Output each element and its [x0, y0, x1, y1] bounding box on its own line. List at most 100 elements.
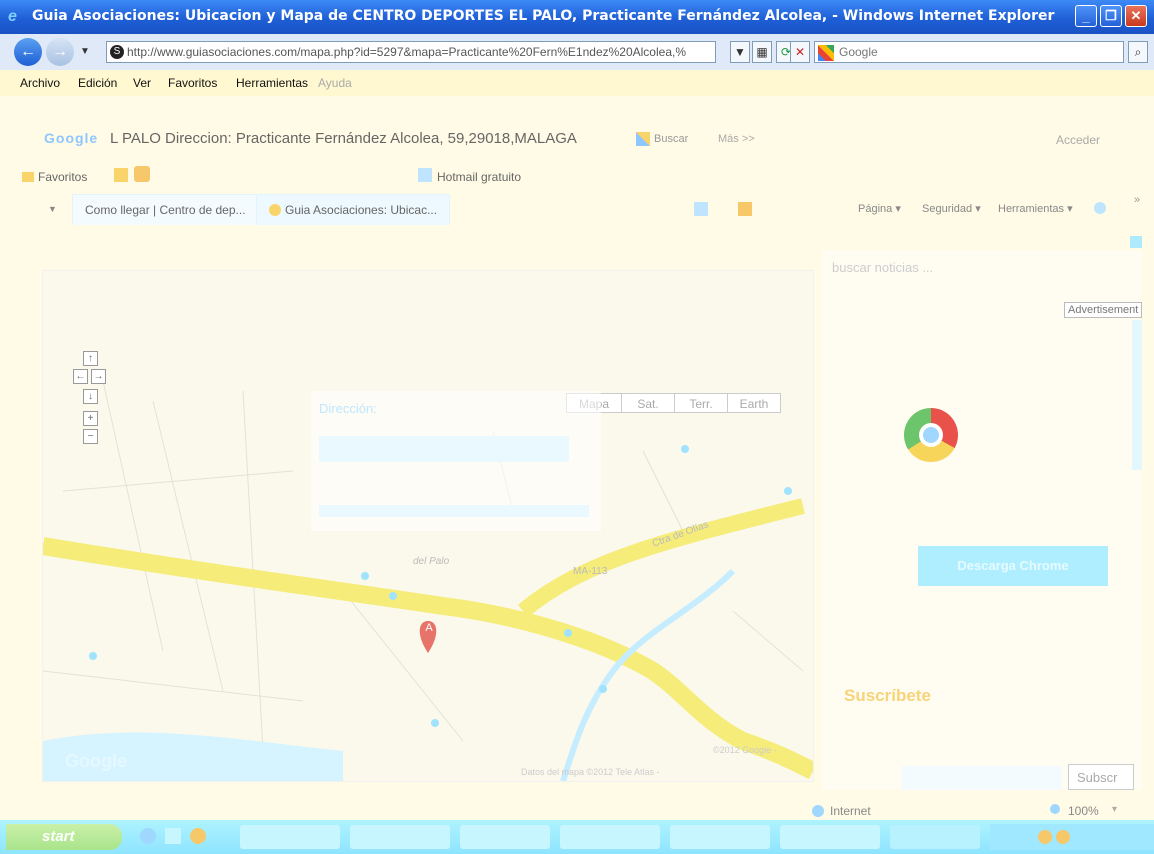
taskbar-item[interactable]	[670, 825, 770, 849]
zoom-level[interactable]: 100%	[1068, 804, 1099, 818]
page-menu[interactable]: Página ▾	[858, 202, 901, 215]
info-window: Dirección:	[311, 391, 601, 531]
chevron-more-icon[interactable]: »	[1134, 194, 1140, 206]
address-url: http://www.guiasociaciones.com/mapa.php?…	[127, 45, 687, 59]
add-favorites-icon[interactable]	[114, 168, 128, 182]
taskbar-item-active[interactable]	[890, 825, 980, 849]
internet-zone-icon	[812, 805, 824, 817]
status-bar: Internet 100% ▾	[0, 790, 1154, 820]
menu-favoritos[interactable]: Favoritos	[168, 76, 217, 90]
navigation-bar: ← → ▼ S http://www.guiasociaciones.com/m…	[0, 34, 1154, 70]
subscribe-button[interactable]: Subscr	[1068, 764, 1134, 790]
menu-herramientas[interactable]: Herramientas	[236, 76, 308, 90]
maptype-terr[interactable]: Terr.	[674, 393, 728, 413]
zoom-out-button[interactable]: −	[83, 429, 98, 444]
right-panel: buscar noticias ... Advertisement Descar…	[822, 250, 1143, 790]
tools-menu[interactable]: Herramientas ▾	[998, 202, 1073, 215]
taskbar: start	[0, 820, 1154, 854]
street-label: del Palo	[413, 556, 450, 567]
title-bar: e Guia Asociaciones: Ubicacion y Mapa de…	[0, 0, 1154, 34]
pan-right-button[interactable]: →	[91, 369, 106, 384]
toolbar-signin-button[interactable]: Acceder	[1056, 133, 1100, 147]
menu-ver[interactable]: Ver	[133, 76, 151, 90]
taskbar-item[interactable]	[460, 825, 550, 849]
maximize-button[interactable]: ❐	[1100, 5, 1122, 27]
toolbar-search-query[interactable]: L PALO Direccion: Practicante Fernández …	[110, 130, 577, 147]
menu-edicion[interactable]: Edición	[78, 76, 117, 90]
window-title: Guia Asociaciones: Ubicacion y Mapa de C…	[32, 8, 1055, 24]
back-button[interactable]: ←	[14, 38, 42, 66]
tab-label: Como llegar | Centro de dep...	[85, 203, 246, 217]
compatibility-view-icon[interactable]: ▦	[752, 41, 772, 63]
history-dropdown-icon[interactable]: ▼	[80, 46, 90, 57]
taskbar-item[interactable]	[240, 825, 340, 849]
security-menu-label: Seguridad	[922, 203, 973, 215]
marker-label[interactable]: A	[423, 622, 435, 634]
desktop-quicklaunch-icon[interactable]	[165, 828, 181, 844]
favorites-star-icon	[22, 172, 34, 182]
scroll-up-arrow-icon[interactable]	[1130, 236, 1142, 248]
menu-ayuda[interactable]: Ayuda	[318, 76, 352, 90]
zoom-in-button[interactable]: +	[83, 411, 98, 426]
forward-button[interactable]: →	[46, 38, 74, 66]
toolbar-search-button[interactable]: Buscar	[654, 133, 688, 145]
tray-icon[interactable]	[1056, 830, 1070, 844]
pan-up-button[interactable]: ↑	[83, 351, 98, 366]
hotmail-icon	[418, 168, 432, 182]
hotmail-link[interactable]: Hotmail gratuito	[437, 170, 521, 184]
street-label: MA-113	[573, 566, 608, 577]
close-button[interactable]: ✕	[1125, 5, 1147, 27]
menu-archivo[interactable]: Archivo	[20, 76, 60, 90]
page-content: A del Palo MA-113 Ctra de Olías ↑ ← → ↓ …	[0, 230, 1154, 790]
taskbar-item[interactable]	[350, 825, 450, 849]
favorites-button[interactable]: Favoritos	[38, 170, 87, 184]
help-icon[interactable]	[1094, 202, 1106, 214]
pan-down-button[interactable]: ↓	[83, 389, 98, 404]
zoom-icon	[1050, 804, 1060, 814]
taskbar-item[interactable]	[780, 825, 880, 849]
ie-quicklaunch-icon[interactable]	[140, 828, 156, 844]
security-zone-label: Internet	[830, 804, 871, 818]
map-copyright: ©2012 Google -	[713, 745, 777, 755]
map-container[interactable]: A del Palo MA-113 Ctra de Olías ↑ ← → ↓ …	[42, 270, 814, 782]
stop-button[interactable]: ✕	[790, 41, 810, 63]
security-menu[interactable]: Seguridad ▾	[922, 202, 981, 215]
subscribe-title: Suscríbete	[844, 686, 931, 705]
tab-guia-asociaciones[interactable]: Guia Asociaciones: Ubicac...	[256, 194, 451, 225]
google-toolbar: Google L PALO Direccion: Practicante Fer…	[0, 96, 1154, 160]
search-button[interactable]: ⌕	[1128, 41, 1148, 63]
search-input[interactable]: Google	[814, 41, 1124, 63]
maptype-earth[interactable]: Earth	[727, 393, 781, 413]
info-window-links[interactable]	[319, 505, 589, 517]
google-map-logo[interactable]: Google	[65, 751, 127, 772]
suggested-sites-icon[interactable]	[134, 166, 150, 182]
page-menu-label: Página	[858, 203, 893, 215]
address-input[interactable]: S http://www.guiasociaciones.com/mapa.ph…	[106, 41, 716, 63]
pan-left-button[interactable]: ←	[73, 369, 88, 384]
zoom-dropdown-icon[interactable]: ▾	[1112, 804, 1117, 815]
subscribe-email-input[interactable]	[902, 766, 1062, 790]
tab-como-llegar[interactable]: Como llegar | Centro de dep...	[72, 194, 259, 225]
ad-scrollbar[interactable]	[1132, 320, 1142, 470]
maptype-sat[interactable]: Sat.	[621, 393, 675, 413]
favorites-bar: Favoritos Hotmail gratuito	[0, 160, 1154, 192]
map-attribution: Datos del mapa ©2012 Tele Atlas -	[521, 767, 660, 777]
tab-label: Guia Asociaciones: Ubicac...	[285, 203, 438, 217]
search-engine-label: Google	[839, 45, 878, 59]
minimize-button[interactable]: _	[1075, 5, 1097, 27]
tab-list-dropdown-icon[interactable]: ▼	[48, 204, 57, 214]
news-search-input[interactable]: buscar noticias ...	[832, 260, 933, 275]
feeds-icon[interactable]	[738, 202, 752, 216]
taskbar-item[interactable]	[560, 825, 660, 849]
tab-bar: ▼ Como llegar | Centro de dep... Guia As…	[0, 192, 1154, 230]
tray-icon[interactable]	[1038, 830, 1052, 844]
home-icon[interactable]	[694, 202, 708, 216]
chrome-logo-icon	[904, 408, 958, 462]
url-dropdown-icon[interactable]: ▼	[730, 41, 750, 63]
download-chrome-button[interactable]: Descarga Chrome	[918, 546, 1108, 586]
start-button[interactable]: start	[6, 824, 122, 850]
firefox-quicklaunch-icon[interactable]	[190, 828, 206, 844]
info-window-title: Dirección:	[319, 401, 377, 416]
toolbar-more-button[interactable]: Más >>	[718, 133, 755, 145]
google-toolbar-logo: Google	[44, 130, 99, 146]
